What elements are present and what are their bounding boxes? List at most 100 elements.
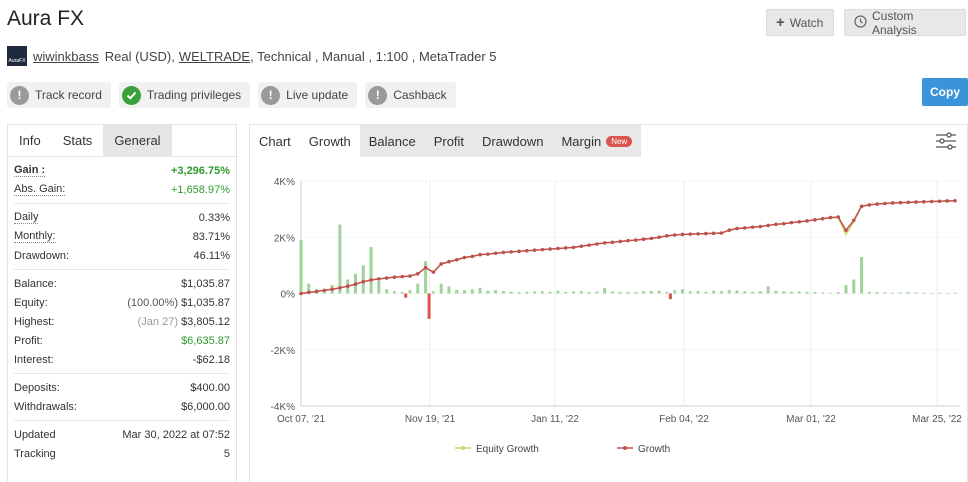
growth-point [338, 286, 342, 290]
daily-bar [385, 289, 389, 294]
growth-point [719, 231, 724, 235]
daily-bar [587, 292, 591, 294]
growth-point [641, 237, 646, 242]
daily-bar [626, 291, 630, 294]
broker-link[interactable]: WELTRADE [179, 49, 250, 64]
tab-stats[interactable]: Stats [51, 125, 104, 156]
x-tick-label: Oct 07, '21 [277, 414, 325, 425]
daily-bar [681, 289, 684, 294]
growth-point [602, 241, 607, 245]
growth-point [618, 239, 623, 244]
growth-point [314, 289, 319, 294]
daily-bar [572, 291, 575, 294]
growth-point [859, 204, 864, 209]
stat-tracking: Tracking 5 [14, 447, 230, 460]
growth-point [579, 244, 584, 249]
tab-chart[interactable]: Chart [250, 125, 300, 157]
growth-point [587, 243, 591, 247]
growth-point [595, 242, 599, 246]
daily-bar [463, 290, 466, 294]
stat-highest: Highest: (Jan 27) $3,805.12 [14, 315, 230, 328]
copy-button[interactable]: Copy [922, 78, 968, 106]
stat-equity: Equity: (100.00%) $1,035.87 [14, 296, 230, 309]
x-tick-label: Mar 25, '22 [912, 414, 962, 425]
tab-info[interactable]: Info [8, 125, 52, 156]
growth-point [626, 238, 630, 243]
growth-point [844, 228, 848, 233]
daily-bar [416, 283, 420, 294]
growth-point [742, 226, 747, 230]
stats-list: Gain : +3,296.75% Abs. Gain: +1,658.97% … [8, 161, 236, 463]
daily-bar [860, 256, 864, 294]
stat-withdrawals: Withdrawals: $6,000.00 [14, 400, 230, 413]
growth-point [633, 238, 638, 242]
daily-bar [392, 291, 396, 294]
tab-general[interactable]: General [103, 125, 172, 156]
tab-profit[interactable]: Profit [424, 125, 474, 157]
growth-point [914, 200, 918, 204]
daily-bar [766, 286, 770, 294]
exclamation-icon: ! [368, 85, 388, 105]
daily-bar [548, 291, 552, 294]
daily-bar [922, 292, 926, 294]
growth-line [300, 200, 956, 295]
badge-track-record[interactable]: ! Track record [7, 82, 111, 108]
watch-label: Watch [789, 15, 824, 30]
daily-bar [836, 292, 840, 294]
daily-bar [906, 292, 910, 294]
badge-trading-privileges[interactable]: Trading privileges [118, 82, 251, 108]
daily-bar [797, 291, 801, 294]
growth-point [384, 276, 389, 280]
growth-point [400, 274, 405, 279]
legend-growth-label: Growth [638, 444, 670, 455]
growth-point [867, 203, 872, 207]
chart-panel: Chart Growth Balance Profit Drawdown Mar… [249, 124, 968, 482]
growth-point [377, 277, 381, 281]
daily-bar [400, 291, 404, 294]
daily-bar [828, 292, 832, 294]
growth-point [306, 290, 311, 295]
watch-button[interactable]: + Watch [766, 9, 834, 36]
growth-point [797, 219, 802, 224]
x-tick-label: Mar 01, '22 [786, 414, 836, 425]
custom-analysis-button[interactable]: Custom Analysis [844, 9, 966, 37]
tab-balance[interactable]: Balance [359, 125, 425, 157]
daily-bar [790, 291, 793, 294]
daily-bar [914, 292, 918, 294]
tab-margin[interactable]: Margin New [552, 125, 642, 157]
growth-point [789, 220, 794, 225]
badge-cashback[interactable]: ! Cashback [365, 82, 456, 108]
page-title: Aura FX [7, 7, 85, 30]
growth-chart: 4K% 2K% 0% -2K% -4K%Oct 07, '21 Nov 19, '21 Ja… [271, 177, 963, 455]
growth-point [408, 274, 412, 278]
daily-bar [540, 291, 544, 294]
badge-live-update[interactable]: ! Live update [258, 82, 358, 108]
growth-point [766, 223, 770, 228]
daily-bar [299, 240, 303, 294]
daily-bar [455, 289, 459, 294]
daily-bar [782, 291, 786, 294]
filter-settings-icon[interactable] [935, 132, 957, 150]
tab-drawdown[interactable]: Drawdown [473, 125, 553, 157]
growth-point [509, 250, 514, 254]
stats-panel: Info Stats General Gain : +3,296.75% Abs… [7, 124, 237, 482]
daily-bar [642, 291, 646, 294]
daily-bar [408, 290, 412, 294]
tab-growth[interactable]: Growth [299, 125, 360, 157]
daily-bar [953, 292, 957, 294]
growth-point [774, 222, 778, 227]
badge-label: Trading privileges [146, 88, 242, 102]
stat-profit: Profit: $6,635.87 [14, 334, 230, 347]
daily-bar [821, 292, 825, 294]
daily-bar [805, 291, 809, 294]
growth-point [704, 231, 708, 236]
daily-bar [696, 290, 700, 294]
growth-point [299, 291, 303, 296]
exclamation-icon: ! [10, 85, 29, 105]
growth-point [548, 247, 552, 251]
growth-point [423, 265, 428, 270]
username-link[interactable]: wiwinkbass [33, 49, 99, 64]
daily-bar [447, 286, 451, 294]
growth-point [322, 288, 327, 293]
growth-point [758, 224, 763, 229]
